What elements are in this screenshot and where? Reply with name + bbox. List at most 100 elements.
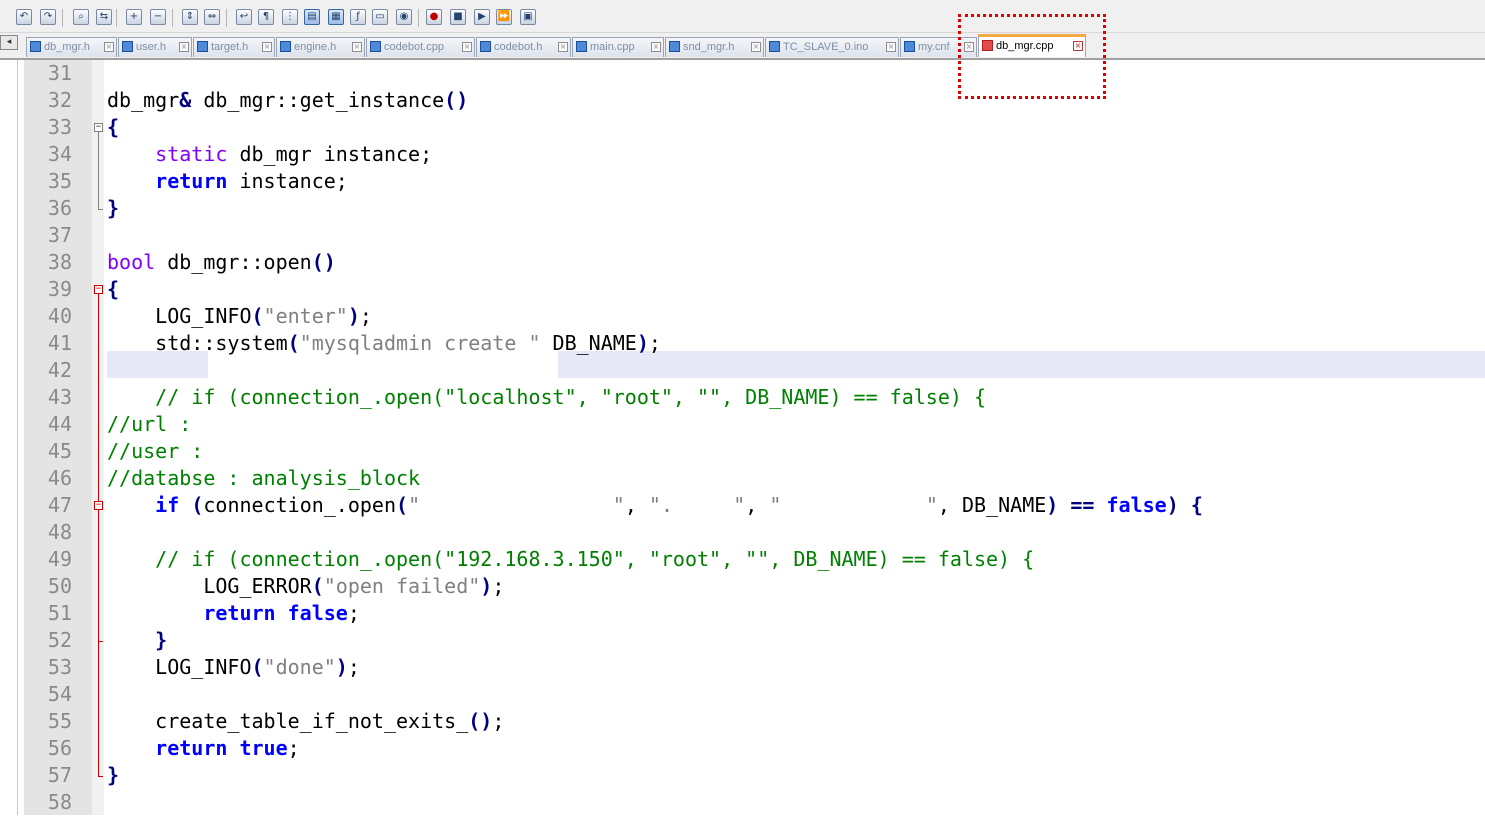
tab-close-icon[interactable]: × [352,42,362,52]
code-line[interactable]: 49 // if (connection_.open("192.168.3.15… [0,546,1485,573]
monitoring-icon[interactable]: ◉ [396,9,412,25]
code-token: true [239,736,288,760]
code-line[interactable]: 34 static db_mgr instance; [0,141,1485,168]
line-number: 37 [47,223,72,247]
tab[interactable]: user.h × [118,37,192,57]
tab-label: TC_SLAVE_0.ino [783,41,869,53]
undo-icon[interactable]: ↶ [16,9,32,25]
tab-close-icon[interactable]: × [462,42,472,52]
find-icon[interactable]: ⌕ [73,9,89,25]
code-token: "open failed" [323,574,481,598]
word-wrap-icon[interactable]: ↩ [236,9,252,25]
macro-stop-icon[interactable]: ■ [450,9,466,25]
tab-close-icon[interactable]: × [651,42,661,52]
tab-close-icon[interactable]: × [751,42,761,52]
find-icon-glyph: ⌕ [78,11,84,22]
line-number: 56 [47,736,72,760]
code-line[interactable]: 38 bool db_mgr::open() [0,249,1485,276]
code-line[interactable]: 48 [0,519,1485,546]
zoom-out-icon[interactable]: − [150,9,166,25]
fold-toggle-icon[interactable]: − [94,123,103,132]
sync-vertical-icon[interactable]: ⇕ [182,9,198,25]
tab[interactable]: main.cpp × [572,37,664,57]
line-number: 40 [47,304,72,328]
indent-guide-icon[interactable]: ⋮ [282,9,298,25]
folder-workspace-icon[interactable]: ▭ [372,9,388,25]
code-line[interactable]: 35 return instance; [0,168,1485,195]
code-token: //user : [107,439,204,463]
code-line[interactable]: 36} [0,195,1485,222]
code-line[interactable]: 43 // if (connection_.open("localhost", … [0,384,1485,411]
code-token: ) [1166,493,1179,517]
code-token: { [1190,493,1203,517]
code-token: return [155,736,228,760]
fold-toggle-icon[interactable]: − [94,285,103,294]
tab[interactable]: TC_SLAVE_0.ino × [765,37,899,57]
tab-close-icon[interactable]: × [558,42,568,52]
code-line[interactable]: 56 return true; [0,735,1485,762]
code-line[interactable]: 31 [0,60,1485,87]
code-token: //url : [107,412,192,436]
line-number: 31 [47,61,72,85]
code-line[interactable]: 53 LOG_INFO("done"); [0,654,1485,681]
redo-icon[interactable]: ↷ [40,9,56,25]
code-line[interactable]: 50 LOG_ERROR("open failed"); [0,573,1485,600]
code-line[interactable]: 46 //databse : analysis_block [0,465,1485,492]
code-token: ; [347,601,360,625]
code-line[interactable]: 47 if (connection_.open(" ", ". ", " ", … [0,492,1485,519]
code-editor[interactable]: 31 32 db_mgr& db_mgr::get_instance() 33{34 … [0,60,1485,815]
code-line[interactable]: 51 return false; [0,600,1485,627]
user-defined-language-icon-glyph: ▤ [307,11,317,22]
code-token: ( [311,574,324,598]
code-line[interactable]: 55 create_table_if_not_exits_(); [0,708,1485,735]
redo-icon-glyph: ↷ [43,11,53,22]
function-list-icon[interactable]: ƒ [350,9,366,25]
code-line[interactable]: 42 [0,357,1485,384]
code-line[interactable]: 54 [0,681,1485,708]
tab[interactable]: snd_mgr.h × [665,37,764,57]
code-line[interactable]: 37 [0,222,1485,249]
code-line[interactable]: 32 db_mgr& db_mgr::get_instance() [0,87,1485,114]
line-number: 32 [47,88,72,112]
show-all-characters-icon[interactable]: ¶ [258,9,274,25]
user-defined-language-icon[interactable]: ▤ [304,9,320,25]
macro-record-icon[interactable]: ● [426,9,442,25]
code-line[interactable]: 39 { [0,276,1485,303]
macro-run-multiple-icon[interactable]: ⏩ [496,9,512,25]
code-line[interactable]: 52 } [0,627,1485,654]
code-line[interactable]: 45 //user : [0,438,1485,465]
code-line[interactable]: 40 LOG_INFO("enter"); [0,303,1485,330]
zoom-in-icon[interactable]: + [126,9,142,25]
tab[interactable]: target.h × [193,37,275,57]
code-line[interactable]: 33 { [0,114,1485,141]
code-token: " " [769,493,938,517]
tab-close-icon[interactable]: × [886,42,896,52]
code-text: //url : [107,411,191,438]
document-map-icon[interactable]: ▦ [328,9,344,25]
code-line[interactable]: 44 //url : [0,411,1485,438]
fold-toggle-icon[interactable]: − [94,501,103,510]
line-number: 42 [47,358,72,382]
code-line[interactable]: 57} [0,762,1485,789]
tab[interactable]: db_mgr.h × [26,37,117,57]
tab-close-icon[interactable]: × [104,42,114,52]
sync-horizontal-icon[interactable]: ⇔ [204,9,220,25]
tab[interactable]: codebot.cpp × [366,37,475,57]
tab-close-icon[interactable]: × [262,42,272,52]
tab[interactable]: engine.h × [276,37,365,57]
tab[interactable]: codebot.h × [476,37,571,57]
code-text: return instance; [107,168,348,195]
code-text: { [107,276,119,303]
code-token: ) [347,304,360,328]
macro-play-icon[interactable]: ▶ [474,9,490,25]
replace-icon[interactable]: ⇆ [96,9,112,25]
macro-save-icon[interactable]: ▣ [520,9,536,25]
code-token: LOG_INFO [107,655,252,679]
tab-scroll-left-button[interactable]: ◂ [0,35,18,50]
tab-close-icon[interactable]: × [179,42,189,52]
line-number: 51 [47,601,72,625]
code-token: " " [408,493,625,517]
code-line[interactable]: 41 std::system("mysqladmin create " DB_N… [0,330,1485,357]
code-line[interactable]: 58 [0,789,1485,816]
